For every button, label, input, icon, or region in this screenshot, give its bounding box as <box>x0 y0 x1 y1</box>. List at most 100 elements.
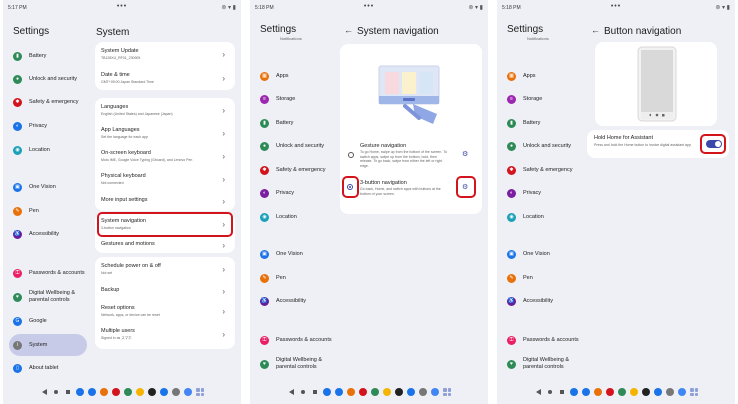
messages-app-icon[interactable] <box>335 388 343 396</box>
sidebar-item-about-tablet[interactable]: ▯ About tablet <box>9 358 58 378</box>
sidebar-item-unlock-security[interactable]: ● Unlock and security <box>9 69 77 89</box>
sidebar-item-digital-wellbeing[interactable]: ♥ Digital Wellbeing & parental controls <box>503 354 585 374</box>
google-app-icon[interactable] <box>184 388 192 396</box>
settings-app-icon[interactable] <box>666 388 674 396</box>
messages-app-icon[interactable] <box>88 388 96 396</box>
files-app-icon[interactable] <box>654 388 662 396</box>
sidebar-item-location[interactable]: ◉ Location <box>503 207 544 227</box>
sidebar-item-passwords[interactable]: ⚿ Passwords & accounts <box>256 330 336 350</box>
sidebar-item-passwords[interactable]: ⚿ Passwords & accounts <box>503 330 583 350</box>
sidebar-item-unlock-security[interactable]: ● Unlock and security <box>256 136 324 156</box>
sidebar-item-storage[interactable]: ≡ Storage <box>503 89 542 109</box>
sidebar-item-location[interactable]: ◉ Location <box>256 207 297 227</box>
files-app-icon[interactable] <box>407 388 415 396</box>
sidebar-item-safety[interactable]: ✱ Safety & emergency <box>503 160 573 180</box>
lock-icon: ● <box>13 74 22 84</box>
sidebar-item-accessibility[interactable]: ♿ Accessibility <box>503 291 553 311</box>
sidebar-item-google[interactable]: G Google <box>9 311 47 331</box>
gmail-app-icon[interactable] <box>606 388 614 396</box>
status-dots: ••• <box>116 3 128 10</box>
sidebar-item-passwords[interactable]: ⚿ Passwords & accounts <box>9 263 89 283</box>
camera-app-icon[interactable] <box>395 388 403 396</box>
row-backup[interactable]: Backup › <box>95 281 235 303</box>
back-button[interactable] <box>534 388 542 396</box>
row-on-screen-keyboard[interactable]: On-screen keyboard Moto IME, Google Voice… <box>95 146 235 168</box>
camera-app-icon[interactable] <box>148 388 156 396</box>
chrome-app-icon[interactable] <box>100 388 108 396</box>
radio-gesture-navigation[interactable] <box>348 152 354 158</box>
phone-app-icon[interactable] <box>76 388 84 396</box>
row-physical-keyboard[interactable]: Physical keyboard Not connected › <box>95 169 235 191</box>
row-date-time[interactable]: Date & time GMT+09:00 Japan Standard Time… <box>95 68 235 90</box>
sidebar-item-battery[interactable]: ▮ Battery <box>256 113 293 133</box>
row-more-input-settings[interactable]: More input settings › <box>95 191 235 213</box>
sidebar-item-system[interactable]: i System <box>9 334 87 356</box>
row-languages[interactable]: Languages English (United States) and Jap… <box>95 100 235 122</box>
gear-icon[interactable]: ⚙ <box>462 150 468 158</box>
photos-app-icon[interactable] <box>383 388 391 396</box>
home-button[interactable] <box>299 388 307 396</box>
row-schedule-power[interactable]: Schedule power on & off Not set › <box>95 259 235 281</box>
sidebar-item-apps[interactable]: ▦ Apps <box>503 66 536 86</box>
app-drawer-icon[interactable] <box>443 388 451 396</box>
photos-app-icon[interactable] <box>630 388 638 396</box>
sidebar-item-apps[interactable]: ▦ Apps <box>256 66 289 86</box>
sidebar-item-accessibility[interactable]: ♿ Accessibility <box>9 224 59 244</box>
phone-app-icon[interactable] <box>323 388 331 396</box>
row-gestures-motions[interactable]: Gestures and motions › <box>95 235 235 257</box>
sidebar-item-pen[interactable]: ✎ Pen <box>9 201 39 221</box>
sidebar-item-unlock-security[interactable]: ● Unlock and security <box>503 136 571 156</box>
chrome-app-icon[interactable] <box>594 388 602 396</box>
app-drawer-icon[interactable] <box>690 388 698 396</box>
sidebar-item-notifications[interactable]: Notifications <box>527 36 549 41</box>
home-button[interactable] <box>546 388 554 396</box>
row-multiple-users[interactable]: Multiple users Signed in as スマホ › <box>95 324 235 346</box>
row-system-update[interactable]: System Update TB128XU_RF01_230905 › <box>95 44 235 66</box>
google-app-icon[interactable] <box>678 388 686 396</box>
settings-app-icon[interactable] <box>172 388 180 396</box>
camera-app-icon[interactable] <box>642 388 650 396</box>
settings-app-icon[interactable] <box>419 388 427 396</box>
messages-app-icon[interactable] <box>582 388 590 396</box>
sidebar-item-pen[interactable]: ✎ Pen <box>503 268 533 288</box>
google-app-icon[interactable] <box>431 388 439 396</box>
sidebar-item-one-vision[interactable]: ▣ One Vision <box>9 177 56 197</box>
sidebar-item-battery[interactable]: ▮ Battery <box>9 46 46 66</box>
sidebar-item-digital-wellbeing[interactable]: ♥ Digital Wellbeing & parental controls <box>256 354 338 374</box>
recents-button[interactable] <box>64 388 72 396</box>
back-button[interactable] <box>287 388 295 396</box>
gmail-app-icon[interactable] <box>359 388 367 396</box>
sidebar-item-label: Battery <box>29 52 47 59</box>
row-reset-options[interactable]: Reset options Network, apps, or device ca… <box>95 301 235 323</box>
sidebar-item-one-vision[interactable]: ▣ One Vision <box>503 244 550 264</box>
back-button[interactable] <box>40 388 48 396</box>
back-arrow-icon[interactable]: ← <box>591 25 600 35</box>
play-store-icon[interactable] <box>371 388 379 396</box>
files-app-icon[interactable] <box>160 388 168 396</box>
chrome-app-icon[interactable] <box>347 388 355 396</box>
photos-app-icon[interactable] <box>136 388 144 396</box>
sidebar-item-location[interactable]: ◉ Location <box>9 140 50 160</box>
sidebar-item-pen[interactable]: ✎ Pen <box>256 268 286 288</box>
sidebar-item-one-vision[interactable]: ▣ One Vision <box>256 244 303 264</box>
app-drawer-icon[interactable] <box>196 388 204 396</box>
sidebar-item-safety[interactable]: ✱ Safety & emergency <box>9 92 79 112</box>
sidebar-item-privacy[interactable]: ◐ Privacy <box>9 116 47 136</box>
sidebar-item-storage[interactable]: ≡ Storage <box>256 89 295 109</box>
sidebar-item-safety[interactable]: ✱ Safety & emergency <box>256 160 326 180</box>
gmail-app-icon[interactable] <box>112 388 120 396</box>
sidebar-item-accessibility[interactable]: ♿ Accessibility <box>256 291 306 311</box>
play-store-icon[interactable] <box>618 388 626 396</box>
sidebar-item-privacy[interactable]: ◐ Privacy <box>256 183 294 203</box>
back-arrow-icon[interactable]: ← <box>344 25 353 35</box>
row-app-languages[interactable]: App Languages Set the language for each a… <box>95 123 235 145</box>
sidebar-item-battery[interactable]: ▮ Battery <box>503 113 540 133</box>
play-store-icon[interactable] <box>124 388 132 396</box>
recents-button[interactable] <box>311 388 319 396</box>
sidebar-item-notifications[interactable]: Notifications <box>280 36 302 41</box>
sidebar-item-privacy[interactable]: ◐ Privacy <box>503 183 541 203</box>
sidebar-item-digital-wellbeing[interactable]: ♥ Digital Wellbeing & parental controls <box>9 287 91 307</box>
recents-button[interactable] <box>558 388 566 396</box>
home-button[interactable] <box>52 388 60 396</box>
phone-app-icon[interactable] <box>570 388 578 396</box>
